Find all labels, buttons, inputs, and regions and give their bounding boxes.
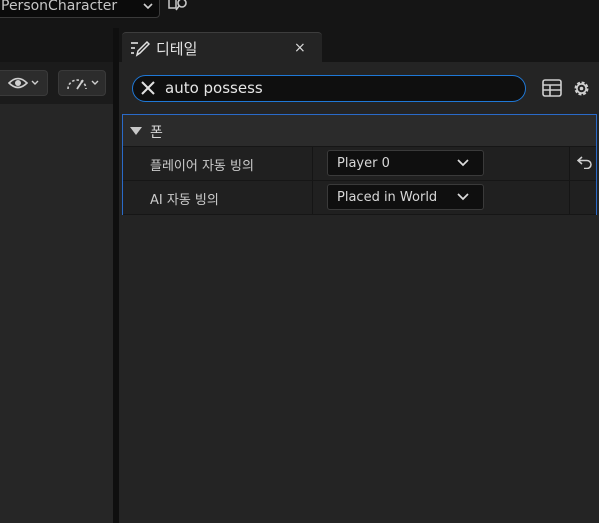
property-matrix-icon[interactable] bbox=[542, 78, 562, 98]
property-row-auto-possess-ai: AI 자동 빙의 Placed in World bbox=[123, 181, 596, 215]
chevron-down-icon bbox=[143, 2, 153, 9]
category-label: 폰 bbox=[150, 125, 163, 141]
combo-value: Placed in World bbox=[337, 190, 438, 205]
browse-to-asset-icon[interactable] bbox=[168, 0, 190, 12]
column-divider bbox=[569, 181, 570, 214]
property-row-auto-possess-player: 플레이어 자동 빙의 Player 0 bbox=[123, 147, 596, 181]
tab-close-button[interactable]: × bbox=[294, 40, 306, 56]
combo-value: Player 0 bbox=[337, 156, 390, 171]
eye-icon bbox=[8, 77, 28, 89]
auto-possess-player-combo[interactable]: Player 0 bbox=[327, 150, 484, 176]
chevron-down-icon bbox=[457, 193, 469, 201]
property-name: AI 자동 빙의 bbox=[150, 193, 219, 208]
chevron-down-icon bbox=[457, 159, 469, 167]
top-toolbar: PersonCharacter bbox=[0, 0, 599, 28]
clear-search-icon[interactable] bbox=[141, 81, 155, 95]
chevron-down-icon bbox=[91, 80, 98, 85]
column-divider[interactable] bbox=[312, 181, 313, 214]
reset-to-default-icon[interactable] bbox=[577, 155, 593, 169]
viewport-tab-strip bbox=[0, 28, 113, 62]
show-flags-button[interactable] bbox=[0, 70, 48, 96]
camera-speed-icon bbox=[66, 79, 87, 90]
auto-possess-ai-combo[interactable]: Placed in World bbox=[327, 184, 484, 210]
column-divider[interactable] bbox=[312, 147, 313, 180]
category-header-pawn[interactable]: 폰 bbox=[123, 115, 596, 147]
search-box[interactable] bbox=[132, 75, 526, 102]
details-pencil-icon bbox=[131, 40, 150, 57]
viewport-toolbar bbox=[0, 62, 113, 104]
property-grid: 폰 플레이어 자동 빙의 Player 0 AI 자동 빙의 Placed in… bbox=[122, 114, 597, 215]
camera-speed-button[interactable] bbox=[58, 70, 106, 96]
chevron-down-icon bbox=[31, 80, 39, 85]
gear-icon[interactable] bbox=[571, 78, 592, 99]
class-dropdown-label: PersonCharacter bbox=[1, 0, 118, 14]
class-dropdown[interactable]: PersonCharacter bbox=[0, 0, 160, 18]
property-name: 플레이어 자동 빙의 bbox=[150, 159, 254, 174]
tab-details[interactable]: 디테일 × bbox=[122, 32, 322, 62]
tab-title: 디테일 bbox=[156, 40, 198, 58]
search-input[interactable] bbox=[165, 78, 505, 98]
column-divider bbox=[569, 147, 570, 180]
collapse-triangle-icon bbox=[130, 127, 142, 135]
viewport-panel[interactable] bbox=[0, 104, 113, 523]
